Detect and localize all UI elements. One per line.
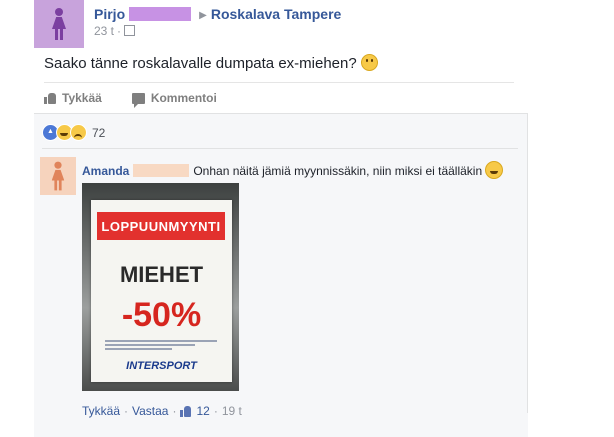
post-time[interactable]: 23 t: [94, 24, 114, 38]
thumbs-up-icon: [44, 92, 56, 104]
post-text: Saako tänne roskalavalle dumpata ex-mieh…: [44, 54, 378, 72]
sign-banner: LOPPUUNMYYNTI: [97, 212, 225, 240]
reaction-count: 72: [92, 125, 106, 140]
redacted-name: [129, 7, 192, 21]
comment-actions: Tykkää · Vastaa · 12 · 19 t: [82, 404, 242, 418]
comment-like-count[interactable]: 12: [196, 404, 209, 418]
smile-emoji-icon: [360, 54, 378, 71]
commenter-avatar[interactable]: [40, 157, 76, 195]
like-button[interactable]: Tykkää: [44, 91, 102, 105]
person-icon: [50, 161, 66, 191]
sign-brand-logo: INTERSPORT: [126, 360, 197, 372]
comment-reply-button[interactable]: Vastaa: [132, 404, 168, 418]
grin-sweat-emoji-icon: [485, 161, 504, 179]
sale-sign: LOPPUUNMYYNTI MIEHET -50% INTERSPORT: [91, 200, 232, 382]
comment-text: Onhan näitä jämiä myynnissäkin, niin mik…: [193, 164, 483, 178]
comment-like-button[interactable]: Tykkää: [82, 404, 120, 418]
person-icon: [50, 8, 68, 40]
divider: [44, 82, 514, 83]
comment-photo[interactable]: LOPPUUNMYYNTI MIEHET -50% INTERSPORT: [82, 183, 239, 391]
group-name[interactable]: Roskalava Tampere: [211, 6, 341, 22]
divider: [527, 113, 528, 413]
comment-icon: [131, 92, 145, 108]
sign-line1: MIEHET: [119, 262, 204, 287]
author-name[interactable]: Pirjo: [94, 6, 125, 22]
sign-line2: -50%: [121, 296, 202, 334]
comment: Amanda Onhan näitä jämiä myynnissäkin, ni…: [82, 161, 522, 179]
thumbs-up-icon: [180, 405, 192, 417]
audience-icon[interactable]: [124, 25, 136, 36]
sad-reaction-icon: [70, 124, 87, 141]
author-avatar[interactable]: [34, 0, 84, 48]
arrow-right-icon: ▶: [199, 10, 207, 21]
sign-fine-print: [105, 340, 217, 354]
post-actions: Tykkää Kommentoi: [44, 91, 217, 108]
comment-time[interactable]: 19 t: [222, 404, 242, 418]
commenter-name[interactable]: Amanda: [82, 164, 129, 178]
comment-button[interactable]: Kommentoi: [131, 91, 217, 108]
post-meta: 23 t ·: [94, 24, 136, 38]
post-header: Pirjo ▶ Roskalava Tampere: [94, 6, 341, 22]
divider: [42, 148, 518, 149]
redacted-name: [133, 164, 190, 177]
reactions-summary[interactable]: 72: [42, 124, 105, 141]
